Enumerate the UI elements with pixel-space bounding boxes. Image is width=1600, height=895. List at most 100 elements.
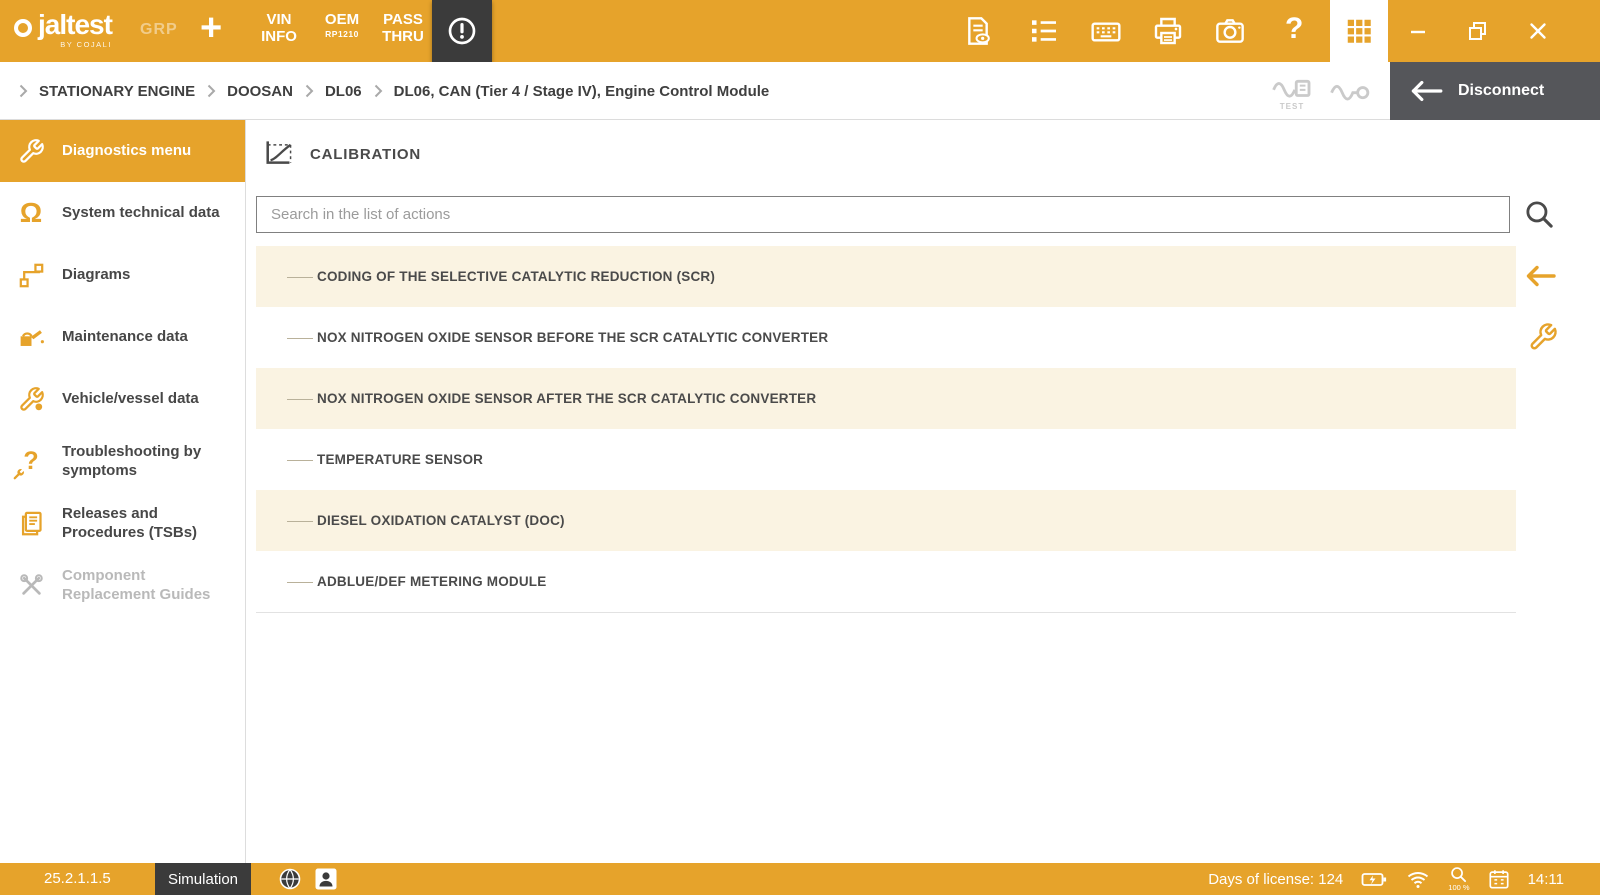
exclamation-icon: [446, 15, 478, 47]
grp-button[interactable]: GRP: [140, 21, 178, 39]
camera-icon: [1214, 15, 1246, 47]
chevron-right-icon: [304, 84, 314, 98]
action-row-temperature-sensor[interactable]: TEMPERATURE SENSOR: [256, 429, 1516, 490]
minimize-button[interactable]: [1404, 17, 1432, 45]
action-row-nox-after[interactable]: NOX NITROGEN OXIDE SENSOR AFTER THE SCR …: [256, 368, 1516, 429]
add-vehicle-button[interactable]: +: [200, 6, 222, 52]
status-bar: 25.2.1.1.5 Simulation Days of li: [0, 863, 1600, 895]
simulation-mode-label: Simulation: [168, 871, 238, 888]
test-label: TEST: [1280, 102, 1304, 111]
sidebar-item-label: Maintenance data: [62, 327, 222, 347]
report-button[interactable]: [962, 15, 994, 47]
oem-rp1210-button[interactable]: OEM RP1210: [314, 11, 370, 40]
close-icon: [1526, 19, 1550, 43]
restore-icon: [1466, 19, 1490, 43]
sidebar: Diagnostics menu Ω System technical data…: [0, 120, 246, 863]
action-label: TEMPERATURE SENSOR: [317, 452, 483, 467]
wifi-icon: [1406, 868, 1430, 890]
section-title: CALIBRATION: [310, 146, 421, 163]
search-icon[interactable]: [1524, 199, 1555, 230]
tree-connector: [287, 460, 313, 461]
chevron-right-icon: [206, 84, 216, 98]
vehicle-data-wrench-icon: [14, 382, 48, 416]
list-bottom-divider: [256, 612, 1516, 613]
search-input[interactable]: [256, 196, 1510, 233]
go-back-arrow-button[interactable]: [1522, 262, 1558, 290]
top-toolbar: jaltest BY COJALI GRP + VIN INFO OEM RP1…: [0, 0, 1600, 62]
keyboard-icon: [1090, 15, 1122, 47]
clock-label: 14:11: [1528, 871, 1564, 888]
printer-icon: [1152, 15, 1184, 47]
tree-connector: [287, 399, 313, 400]
version-label: 25.2.1.1.5: [44, 870, 111, 887]
action-row-adblue-metering[interactable]: ADBLUE/DEF METERING MODULE: [256, 551, 1516, 612]
calibration-chart-icon: [262, 138, 294, 170]
sidebar-item-component-replacement-guides: Component Replacement Guides: [0, 554, 245, 616]
sidebar-item-diagrams[interactable]: Diagrams: [0, 244, 245, 306]
chevron-right-icon: [18, 84, 28, 98]
question-mark-icon: ?: [1285, 12, 1303, 45]
logo-text: jaltest: [38, 9, 112, 40]
action-label: NOX NITROGEN OXIDE SENSOR BEFORE THE SCR…: [317, 330, 828, 345]
globe-icon: [278, 867, 302, 891]
print-button[interactable]: [1152, 15, 1184, 47]
restore-window-button[interactable]: [1464, 17, 1492, 45]
omega-icon: Ω: [14, 196, 48, 230]
alerts-button[interactable]: [432, 0, 492, 62]
action-row-nox-before[interactable]: NOX NITROGEN OXIDE SENSOR BEFORE THE SCR…: [256, 307, 1516, 368]
arrow-left-icon: [1406, 77, 1444, 105]
screenshot-button[interactable]: [1214, 15, 1246, 47]
action-row-doc[interactable]: DIESEL OXIDATION CATALYST (DOC): [256, 490, 1516, 551]
sidebar-item-vehicle-vessel-data[interactable]: Vehicle/vessel data: [0, 368, 245, 430]
sidebar-item-releases-and-procedures[interactable]: Releases and Procedures (TSBs): [0, 492, 245, 554]
grid-apps-icon: [1344, 16, 1374, 46]
virtual-keyboard-button[interactable]: [1090, 15, 1122, 47]
help-button[interactable]: ?: [1285, 12, 1303, 46]
diagnostics-wrench-icon: [14, 134, 48, 168]
sidebar-item-label: Diagnostics menu: [62, 141, 222, 161]
close-button[interactable]: [1524, 17, 1552, 45]
diagnostics-shortcut-button[interactable]: [1528, 322, 1558, 352]
sidebar-item-label: Component Replacement Guides: [62, 566, 222, 605]
tree-connector: [287, 521, 313, 522]
breadcrumb-bar: STATIONARY ENGINE DOOSAN DL06 DL06, CAN …: [0, 62, 1600, 120]
calendar-icon: [1488, 868, 1510, 890]
zoom-level-label: 100 %: [1448, 884, 1469, 892]
plus-icon: +: [200, 7, 222, 49]
battery-icon: [1361, 869, 1388, 889]
action-row-coding-scr[interactable]: CODING OF THE SELECTIVE CATALYTIC REDUCT…: [256, 246, 1516, 307]
breadcrumb-item-system[interactable]: DL06, CAN (Tier 4 / Stage IV), Engine Co…: [394, 83, 770, 100]
breadcrumb-item-dl06[interactable]: DL06: [325, 83, 362, 100]
sidebar-item-label: Diagrams: [62, 265, 222, 285]
breadcrumb-item-stationary-engine[interactable]: STATIONARY ENGINE: [39, 83, 195, 100]
connection-test-indicators: TEST: [1270, 70, 1372, 111]
apps-menu-button[interactable]: [1330, 0, 1388, 62]
web-portal-button[interactable]: [278, 867, 302, 891]
user-icon: [314, 867, 338, 891]
tree-connector: [287, 338, 313, 339]
sidebar-item-diagnostics-menu[interactable]: Diagnostics menu: [0, 120, 245, 182]
license-days-label: Days of license: 124: [1208, 871, 1343, 888]
jaltest-logo: jaltest BY COJALI: [14, 11, 112, 49]
breadcrumb-item-doosan[interactable]: DOOSAN: [227, 83, 293, 100]
sidebar-item-label: Vehicle/vessel data: [62, 389, 222, 409]
tree-connector: [287, 582, 313, 583]
status-right-cluster: Days of license: 124: [1208, 863, 1564, 895]
action-label: DIESEL OXIDATION CATALYST (DOC): [317, 513, 565, 528]
action-label: NOX NITROGEN OXIDE SENSOR AFTER THE SCR …: [317, 391, 816, 406]
disconnect-label: Disconnect: [1458, 82, 1544, 100]
sidebar-item-label: System technical data: [62, 203, 222, 223]
sidebar-item-system-technical-data[interactable]: Ω System technical data: [0, 182, 245, 244]
cable-connector-icon: [1328, 70, 1372, 111]
breadcrumb: STATIONARY ENGINE DOOSAN DL06 DL06, CAN …: [18, 62, 769, 120]
pass-thru-button[interactable]: PASS THRU: [376, 11, 430, 46]
disconnect-button[interactable]: Disconnect: [1390, 62, 1600, 120]
report-document-icon: [962, 15, 994, 47]
vin-info-button[interactable]: VIN INFO: [252, 11, 306, 46]
minimize-icon: [1406, 19, 1430, 43]
sidebar-item-troubleshooting-by-symptoms[interactable]: ? Troubleshooting by symptoms: [0, 430, 245, 492]
user-account-button[interactable]: [314, 867, 338, 891]
simulation-mode-badge: Simulation: [155, 863, 251, 895]
sidebar-item-maintenance-data[interactable]: Maintenance data: [0, 306, 245, 368]
actions-list-button[interactable]: [1028, 15, 1060, 47]
